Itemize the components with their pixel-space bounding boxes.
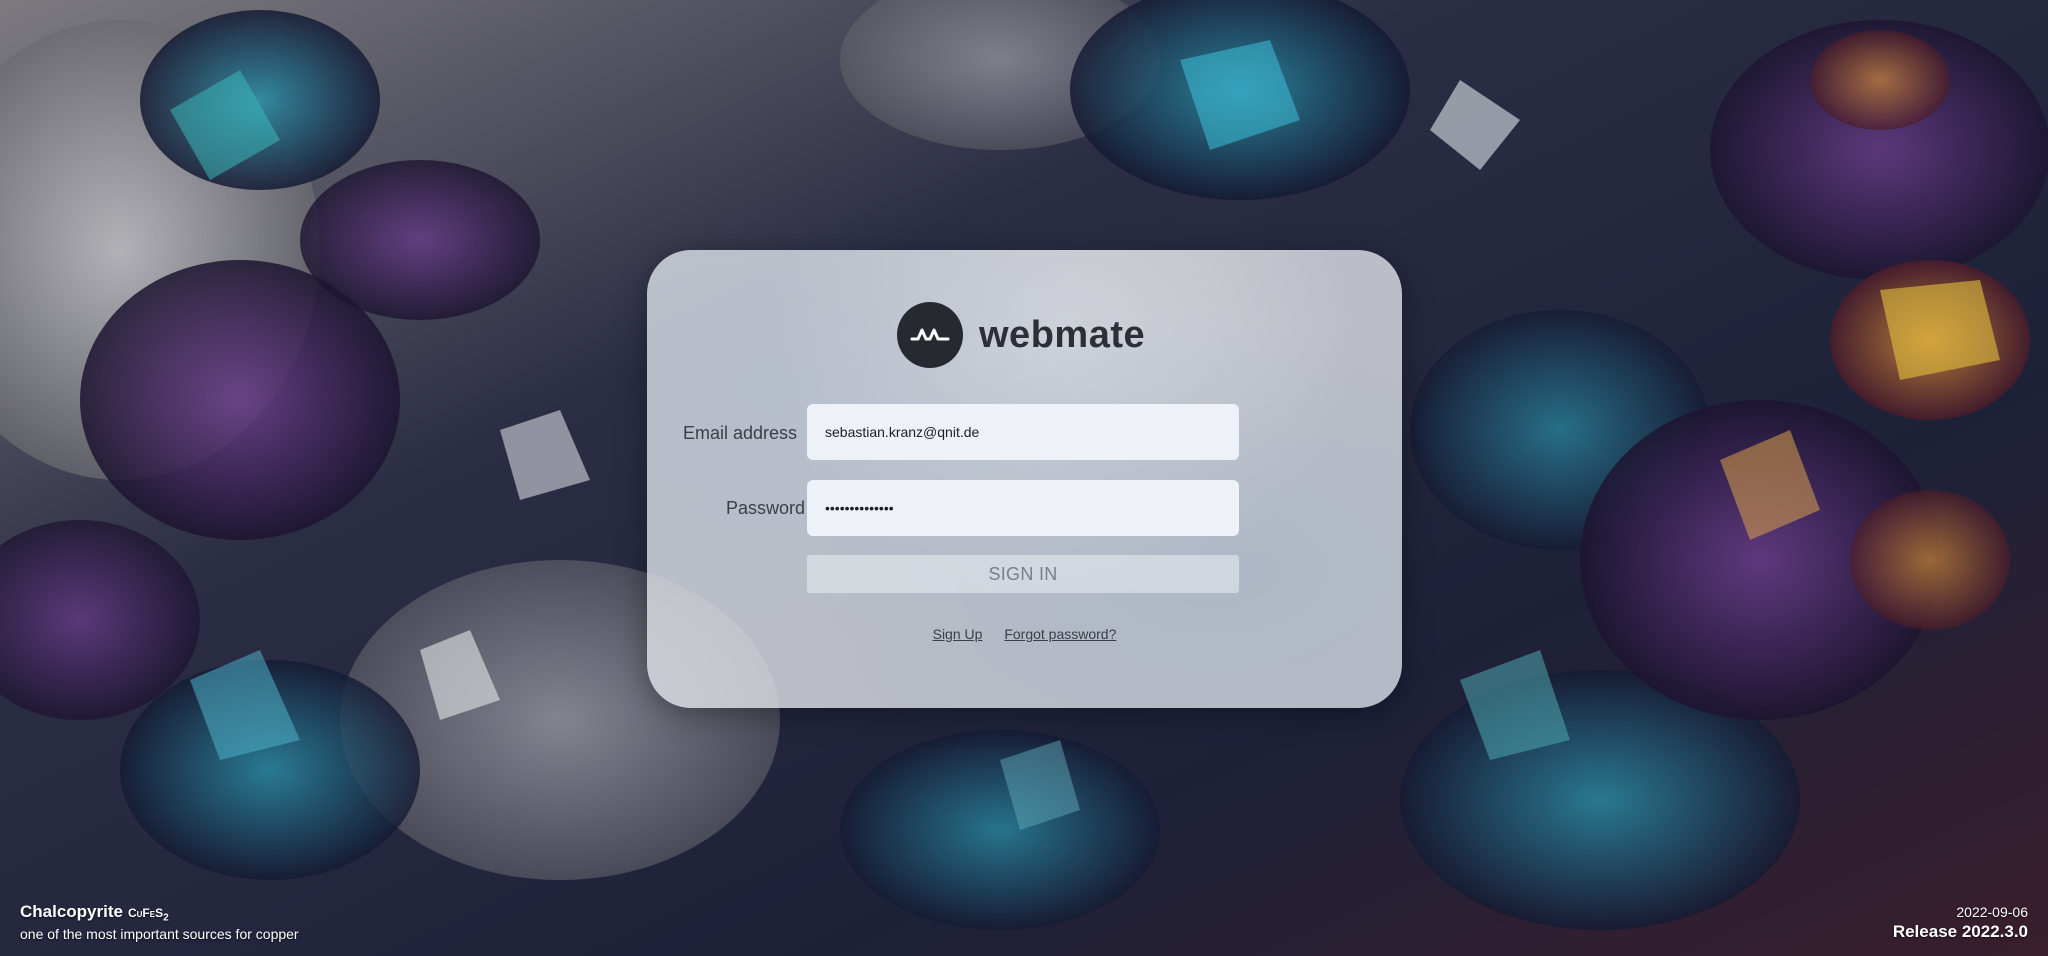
login-card: webmate Email address Password SIGN IN S… [647, 250, 1402, 708]
webmate-logo: webmate [897, 302, 1145, 368]
email-label: Email address [682, 423, 797, 443]
auth-links: Sign Up Forgot password? [647, 626, 1402, 642]
release-version: Release 2022.3.0 [1892, 922, 2028, 941]
sign-up-link[interactable]: Sign Up [933, 626, 983, 642]
release-info: 2022-09-06 Release 2022.3.0 [1893, 904, 2028, 942]
logo-text: webmate [979, 313, 1146, 356]
mineral-description: one of the most important sources for co… [20, 926, 299, 942]
mineral-caption: Chalcopyrite CuFeS2 one of the most impor… [20, 902, 299, 942]
password-label: Password [725, 498, 805, 518]
email-field[interactable] [807, 404, 1239, 460]
release-date: 2022-09-06 [1956, 904, 2028, 920]
forgot-password-link[interactable]: Forgot password? [1004, 626, 1116, 642]
mineral-formula-subscript: 2 [163, 912, 169, 923]
mineral-formula: CuFeS2 [127, 905, 169, 923]
mineral-name: Chalcopyrite [20, 901, 123, 921]
webmate-wave-icon [897, 302, 963, 368]
password-field[interactable] [807, 480, 1239, 536]
mineral-formula-base: CuFeS [127, 905, 164, 920]
sign-in-button[interactable]: SIGN IN [807, 555, 1239, 593]
